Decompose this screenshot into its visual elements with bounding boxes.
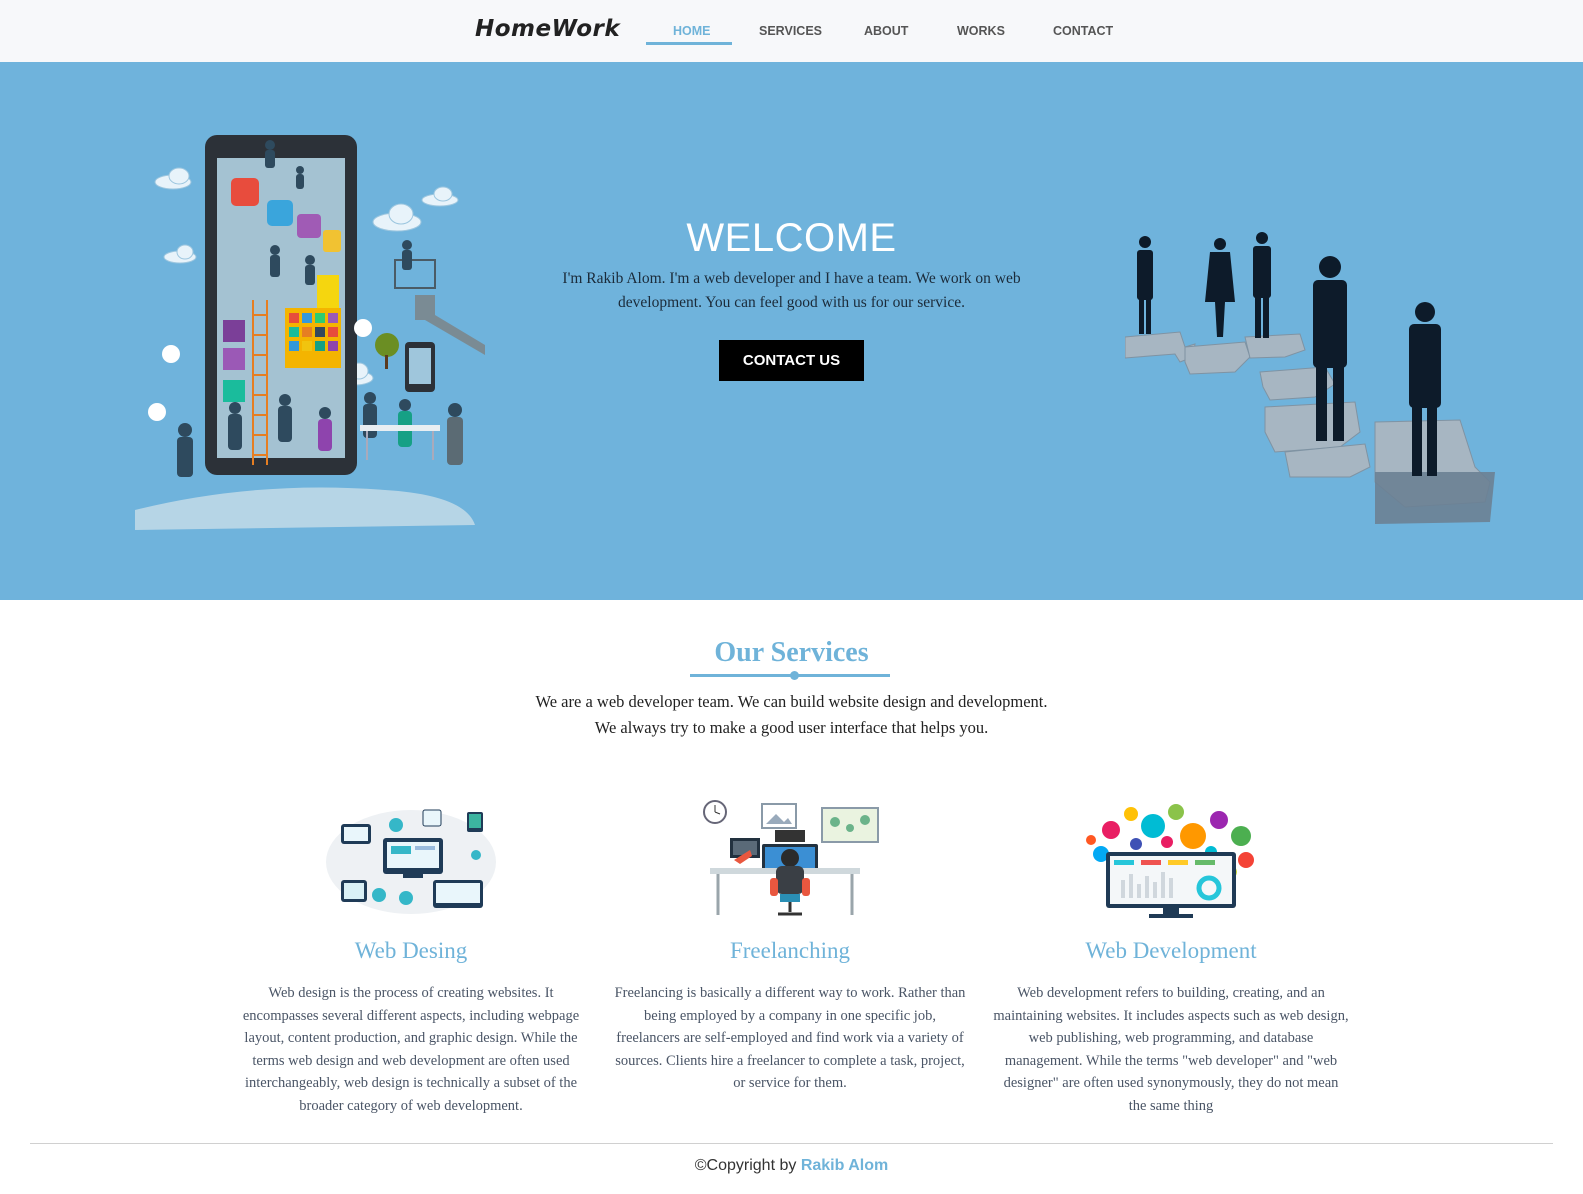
service-description: Web development refers to building, crea… [993, 985, 1349, 1114]
services-intro: We are a web developer team. We can buil… [0, 689, 1583, 741]
web-design-illustration [326, 809, 496, 914]
hero-section: WELCOME I'm Rakib Alom. I'm a web develo… [0, 62, 1583, 600]
contact-us-button[interactable]: CONTACT US [719, 340, 864, 381]
services-intro-line-2: We always try to make a good user interf… [594, 718, 989, 737]
top-navbar: HomeWork HOME SERVICES ABOUT WORKS CONTA… [0, 0, 1583, 62]
nav-services[interactable]: SERVICES [759, 24, 822, 38]
web-development-monitor-illustration [1086, 804, 1254, 918]
service-card-freelancing: Freelanching Freelancing is basically a … [612, 800, 968, 1095]
service-title: Freelanching [729, 938, 851, 963]
services-title-dot [790, 671, 799, 680]
site-logo[interactable]: HomeWork [475, 16, 620, 42]
author-link[interactable]: Rakib Alom [801, 1157, 888, 1174]
copyright-text: ©Copyright by [694, 1157, 797, 1174]
hero-description: I'm Rakib Alom. I'm a web developer and … [562, 270, 1021, 311]
service-title: Web Desing [354, 938, 468, 963]
nav-works[interactable]: WORKS [957, 24, 1005, 38]
service-description: Web design is the process of creating we… [242, 985, 580, 1114]
tablet-team-illustration [135, 135, 485, 530]
service-title: Web Development [1085, 938, 1257, 963]
footer-divider [30, 1143, 1553, 1144]
services-intro-line-1: We are a web developer team. We can buil… [535, 692, 1048, 711]
business-people-puzzle-illustration [1125, 232, 1495, 524]
freelancer-desk-illustration [703, 800, 879, 916]
services-title: Our Services [714, 637, 869, 668]
service-card-web-design: Web Desing Web design is the process of … [233, 800, 589, 1117]
nav-contact[interactable]: CONTACT [1053, 24, 1113, 38]
nav-active-underline [646, 42, 732, 45]
nav-about[interactable]: ABOUT [864, 24, 908, 38]
nav-home[interactable]: HOME [673, 24, 711, 38]
service-description: Freelancing is basically a different way… [614, 985, 966, 1091]
footer: ©Copyright by Rakib Alom [0, 1157, 1583, 1175]
service-card-web-development: Web Development Web development refers t… [993, 800, 1349, 1117]
